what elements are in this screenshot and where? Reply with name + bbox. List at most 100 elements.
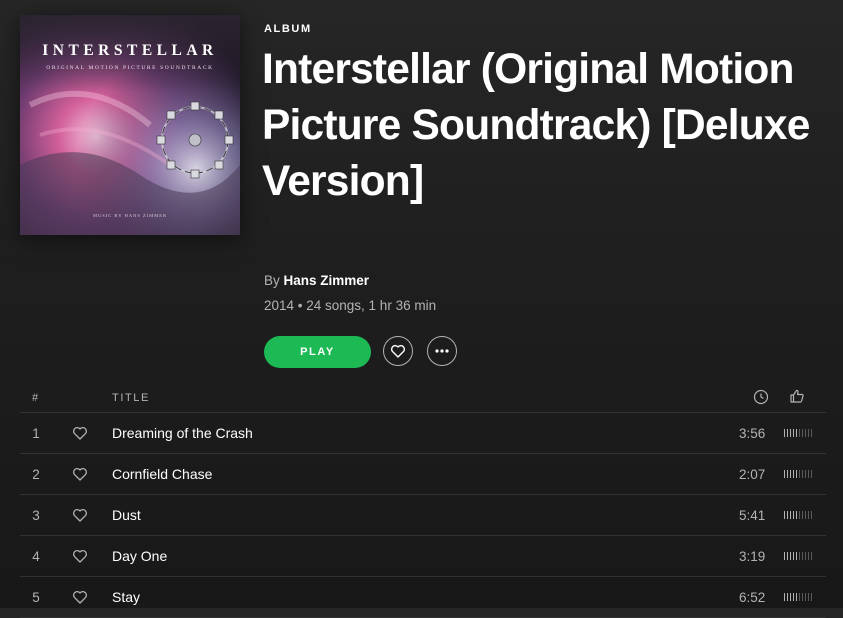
track-row[interactable]: 3 Dust 5:41 bbox=[20, 495, 826, 536]
artist-link[interactable]: Hans Zimmer bbox=[284, 273, 370, 288]
track-popularity bbox=[784, 593, 812, 601]
popularity-tick bbox=[805, 511, 806, 519]
popularity-tick bbox=[796, 552, 797, 560]
track-duration: 2:07 bbox=[739, 467, 766, 482]
by-prefix: By bbox=[264, 273, 280, 288]
popularity-tick bbox=[808, 470, 809, 478]
popularity-tick bbox=[802, 593, 803, 601]
track-row[interactable]: 4 Day One 3:19 bbox=[20, 536, 826, 577]
track-popularity bbox=[784, 470, 812, 478]
more-options-button[interactable] bbox=[427, 336, 457, 366]
heart-outline-icon[interactable] bbox=[72, 548, 88, 564]
cover-title: INTERSTELLAR bbox=[42, 42, 218, 59]
popularity-tick bbox=[790, 593, 791, 601]
album-meta: 2014 • 24 songs, 1 hr 36 min bbox=[264, 298, 437, 313]
popularity-tick bbox=[784, 429, 785, 437]
popularity-tick bbox=[799, 593, 800, 601]
popularity-tick bbox=[805, 593, 806, 601]
thumbs-up-icon[interactable] bbox=[789, 388, 805, 404]
track-duration: 3:56 bbox=[739, 426, 766, 441]
tracklist: 1 Dreaming of the Crash 3:56 2 Cornfield… bbox=[20, 413, 826, 618]
popularity-tick bbox=[811, 552, 812, 560]
album-type-label: ALBUM bbox=[264, 23, 312, 35]
track-title[interactable]: Day One bbox=[112, 548, 167, 564]
track-title[interactable]: Dreaming of the Crash bbox=[112, 425, 253, 441]
heart-outline-icon[interactable] bbox=[72, 425, 88, 441]
cover-credit: MUSIC BY HANS ZIMMER bbox=[93, 213, 167, 218]
popularity-tick bbox=[787, 429, 788, 437]
album-by-line: By Hans Zimmer bbox=[264, 273, 369, 288]
popularity-tick bbox=[790, 552, 791, 560]
heart-outline-icon[interactable] bbox=[72, 507, 88, 523]
track-number: 2 bbox=[32, 467, 40, 482]
track-duration: 6:52 bbox=[739, 590, 766, 605]
popularity-tick bbox=[808, 511, 809, 519]
header-title[interactable]: TITLE bbox=[112, 392, 150, 404]
popularity-tick bbox=[796, 470, 797, 478]
popularity-tick bbox=[796, 593, 797, 601]
track-popularity bbox=[784, 552, 812, 560]
clock-icon[interactable] bbox=[753, 389, 769, 405]
popularity-tick bbox=[787, 470, 788, 478]
album-cover: INTERSTELLAR ORIGINAL MOTION PICTURE SOU… bbox=[20, 15, 240, 235]
track-row[interactable]: 5 Stay 6:52 bbox=[20, 577, 826, 618]
track-popularity bbox=[784, 511, 812, 519]
popularity-tick bbox=[799, 511, 800, 519]
popularity-tick bbox=[811, 429, 812, 437]
track-title[interactable]: Stay bbox=[112, 589, 140, 605]
popularity-tick bbox=[799, 552, 800, 560]
popularity-tick bbox=[790, 429, 791, 437]
popularity-tick bbox=[790, 511, 791, 519]
popularity-tick bbox=[784, 470, 785, 478]
popularity-tick bbox=[808, 593, 809, 601]
track-row[interactable]: 2 Cornfield Chase 2:07 bbox=[20, 454, 826, 495]
popularity-tick bbox=[805, 552, 806, 560]
popularity-tick bbox=[808, 552, 809, 560]
popularity-tick bbox=[793, 593, 794, 601]
popularity-tick bbox=[790, 470, 791, 478]
track-duration: 3:19 bbox=[739, 549, 766, 564]
popularity-tick bbox=[811, 470, 812, 478]
ellipsis-icon bbox=[435, 349, 449, 353]
popularity-tick bbox=[805, 429, 806, 437]
header-number: # bbox=[32, 392, 39, 404]
heart-outline-icon[interactable] bbox=[72, 589, 88, 605]
cover-subtitle: ORIGINAL MOTION PICTURE SOUNDTRACK bbox=[46, 65, 214, 71]
popularity-tick bbox=[793, 470, 794, 478]
popularity-tick bbox=[799, 429, 800, 437]
heart-outline-icon[interactable] bbox=[72, 466, 88, 482]
popularity-tick bbox=[802, 429, 803, 437]
popularity-tick bbox=[796, 511, 797, 519]
popularity-tick bbox=[808, 429, 809, 437]
popularity-tick bbox=[787, 552, 788, 560]
track-duration: 5:41 bbox=[739, 508, 766, 523]
popularity-tick bbox=[802, 552, 803, 560]
popularity-tick bbox=[784, 552, 785, 560]
track-popularity bbox=[784, 429, 812, 437]
track-number: 5 bbox=[32, 590, 40, 605]
popularity-tick bbox=[793, 511, 794, 519]
popularity-tick bbox=[784, 511, 785, 519]
track-title[interactable]: Dust bbox=[112, 507, 141, 523]
popularity-tick bbox=[805, 470, 806, 478]
popularity-tick bbox=[787, 593, 788, 601]
popularity-tick bbox=[802, 511, 803, 519]
popularity-tick bbox=[793, 552, 794, 560]
play-button[interactable]: PLAY bbox=[264, 336, 371, 368]
track-number: 3 bbox=[32, 508, 40, 523]
track-row[interactable]: 1 Dreaming of the Crash 3:56 bbox=[20, 413, 826, 454]
track-number: 4 bbox=[32, 549, 40, 564]
heart-outline-icon bbox=[390, 344, 406, 358]
like-album-button[interactable] bbox=[383, 336, 413, 366]
album-title: Interstellar (Original Motion Picture So… bbox=[262, 46, 810, 205]
popularity-tick bbox=[787, 511, 788, 519]
tracklist-header: # TITLE bbox=[20, 384, 826, 413]
popularity-tick bbox=[811, 593, 812, 601]
popularity-tick bbox=[796, 429, 797, 437]
popularity-tick bbox=[784, 593, 785, 601]
popularity-tick bbox=[799, 470, 800, 478]
popularity-tick bbox=[811, 511, 812, 519]
track-number: 1 bbox=[32, 426, 40, 441]
popularity-tick bbox=[802, 470, 803, 478]
track-title[interactable]: Cornfield Chase bbox=[112, 466, 212, 482]
